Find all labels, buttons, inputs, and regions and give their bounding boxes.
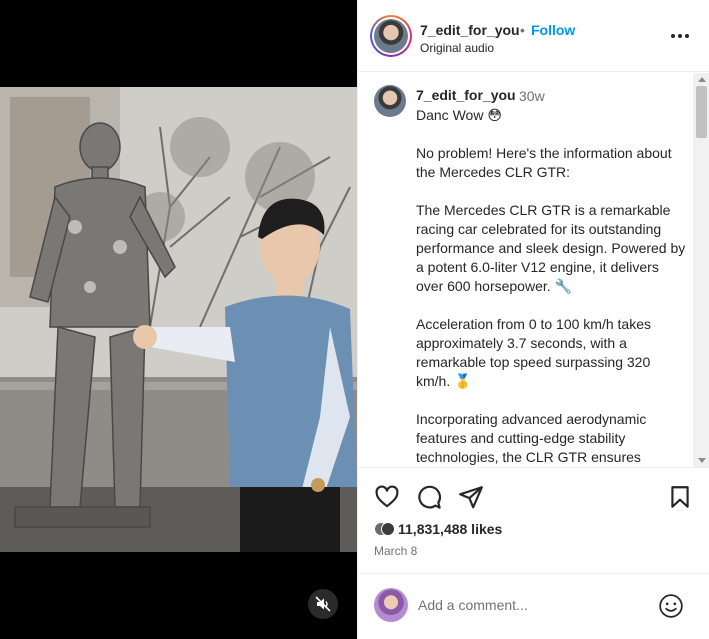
video-frame[interactable] bbox=[0, 87, 357, 552]
video-scene bbox=[0, 87, 357, 552]
muted-speaker-icon bbox=[315, 596, 331, 612]
scroll-up-arrow-icon[interactable] bbox=[698, 77, 706, 82]
caption-text: Danc Wow 😳 No problem! Here's the inform… bbox=[416, 106, 686, 467]
post-actions: 11,831,488 likes March 8 bbox=[358, 467, 709, 567]
add-comment-bar bbox=[358, 573, 709, 639]
scroll-down-arrow-icon[interactable] bbox=[698, 458, 706, 463]
separator-dot: • bbox=[520, 22, 525, 38]
share-button[interactable] bbox=[458, 484, 484, 510]
caption-paragraph: No problem! Here's the information about… bbox=[416, 145, 672, 180]
current-user-avatar bbox=[374, 588, 408, 622]
emoji-icon bbox=[659, 594, 683, 618]
caption-paragraph: Incorporating advanced aerodynamic featu… bbox=[416, 411, 647, 465]
share-icon bbox=[459, 486, 483, 509]
mute-button[interactable] bbox=[308, 589, 338, 619]
comments-area[interactable]: 7_edit_for_you 30w Danc Wow 😳 No problem… bbox=[358, 73, 709, 467]
comment-input[interactable] bbox=[418, 594, 648, 616]
scrollbar-thumb[interactable] bbox=[696, 86, 707, 138]
post-side-panel: 7_edit_for_you • Follow Original audio 7… bbox=[357, 0, 709, 639]
caption-avatar[interactable] bbox=[374, 85, 406, 117]
audio-label[interactable]: Original audio bbox=[420, 41, 494, 55]
more-horizontal-icon bbox=[671, 34, 689, 38]
like-button[interactable] bbox=[374, 484, 400, 510]
follow-button[interactable]: Follow bbox=[531, 22, 575, 38]
liker-avatar bbox=[381, 522, 395, 536]
video-player[interactable] bbox=[0, 0, 357, 639]
post-header: 7_edit_for_you • Follow Original audio bbox=[358, 0, 709, 72]
heart-icon bbox=[375, 485, 399, 508]
likes-count[interactable]: 11,831,488 likes bbox=[398, 521, 502, 537]
comment-icon bbox=[418, 485, 441, 509]
avatar[interactable] bbox=[374, 19, 408, 53]
comment-button[interactable] bbox=[416, 484, 442, 510]
caption-timestamp[interactable]: 30w bbox=[519, 88, 545, 104]
author-username[interactable]: 7_edit_for_you bbox=[420, 22, 520, 38]
caption-paragraph: Acceleration from 0 to 100 km/h takes ap… bbox=[416, 316, 651, 389]
emoji-button[interactable] bbox=[658, 593, 684, 619]
caption-username[interactable]: 7_edit_for_you bbox=[416, 87, 516, 103]
more-options-button[interactable] bbox=[669, 26, 691, 46]
comments-scrollbar[interactable] bbox=[693, 73, 709, 467]
caption-paragraph: Danc Wow 😳 bbox=[416, 107, 502, 123]
bookmark-icon bbox=[671, 486, 689, 508]
liker-avatars bbox=[374, 520, 396, 540]
post-date[interactable]: March 8 bbox=[374, 544, 417, 558]
story-ring[interactable] bbox=[370, 15, 412, 57]
caption-paragraph: The Mercedes CLR GTR is a remarkable rac… bbox=[416, 202, 686, 294]
save-button[interactable] bbox=[667, 484, 693, 510]
